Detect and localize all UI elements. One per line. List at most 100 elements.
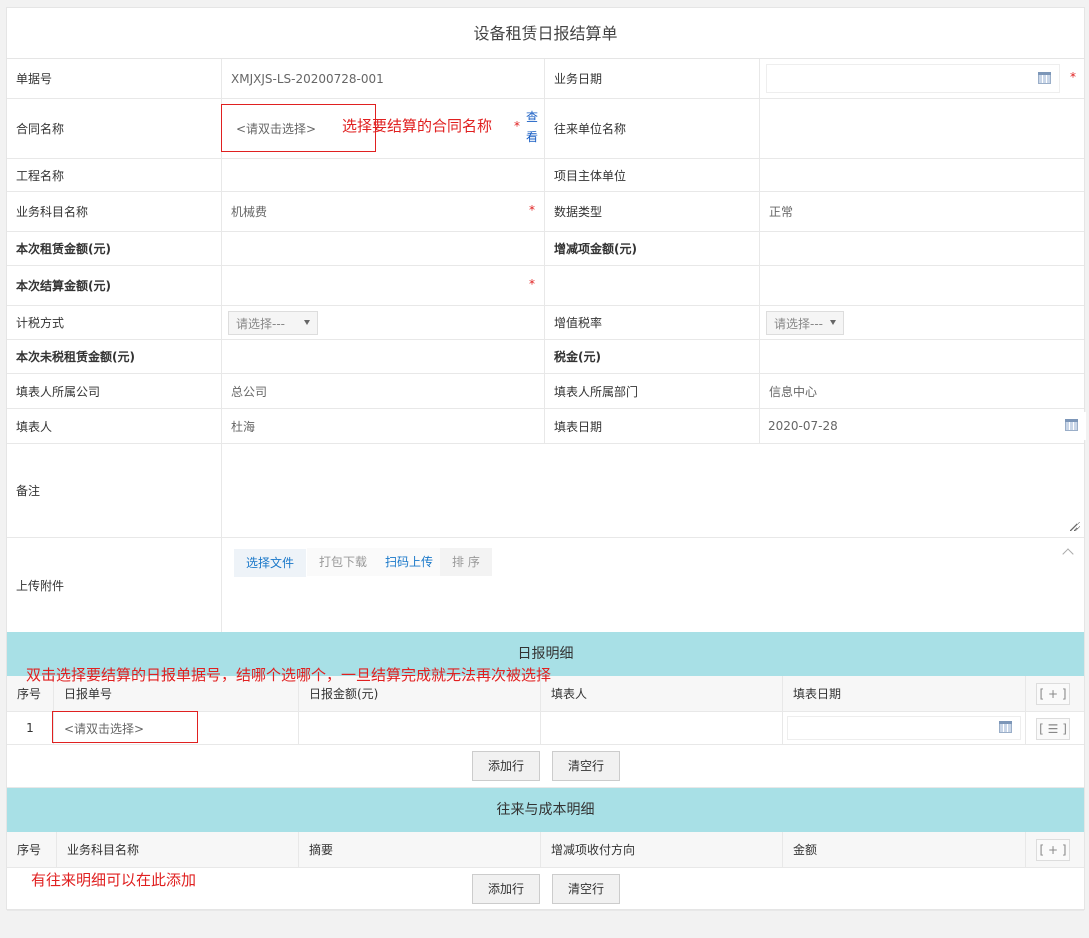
- dept-label-cell: 填表人所属部门: [545, 374, 760, 408]
- daily-no-highlight-box: [52, 711, 198, 743]
- tax-label-cell: 税金(元): [545, 340, 760, 373]
- dropdown-arrow-icon[interactable]: [830, 320, 836, 325]
- attach-label-cell: 上传附件: [7, 538, 222, 632]
- row-tax-method: 计税方式 请选择--- 增值税率 请选择---: [7, 306, 1084, 340]
- subject-label-cell: 业务科目名称: [7, 192, 222, 231]
- rent-amount-label: 本次租赁金额(元): [16, 242, 111, 256]
- fill-date-cell: [783, 712, 1026, 744]
- company-label-cell: 填表人所属公司: [7, 374, 222, 408]
- subject-cell[interactable]: 机械费 *: [222, 192, 545, 231]
- required-mark: *: [529, 203, 535, 217]
- sort-button[interactable]: 排 序: [440, 548, 492, 576]
- daily-amount-cell: [299, 712, 541, 744]
- settle-amount-label-cell: 本次结算金额(元): [7, 266, 222, 305]
- dept-value: 信息中心: [769, 384, 818, 399]
- vat-rate-select[interactable]: 请选择---: [766, 311, 844, 335]
- remark-label: 备注: [16, 484, 41, 498]
- daily-annotation: 双击选择要结算的日报单据号，结哪个选哪个，一旦结算完成就无法再次被选择: [26, 666, 552, 684]
- biz-date-label: 业务日期: [554, 72, 603, 86]
- filler-value: 杜海: [231, 419, 256, 434]
- row-bill-no: 单据号 XMJXJS-LS-20200728-001 业务日期 *: [7, 59, 1084, 99]
- resize-grip-icon[interactable]: [1071, 522, 1080, 531]
- main-form: 单据号 XMJXJS-LS-20200728-001 业务日期 * 合同名称 <…: [7, 59, 1086, 632]
- cost-table-header: 序号 业务科目名称 摘要 增减项收付方向 金额 [ + ]: [7, 832, 1084, 868]
- company-value: 总公司: [231, 384, 268, 399]
- required-mark: *: [1070, 70, 1076, 84]
- vat-rate-label-cell: 增值税率: [545, 306, 760, 339]
- view-char-1[interactable]: 查: [526, 110, 538, 124]
- subject-value[interactable]: 机械费: [231, 203, 267, 220]
- cost-section-title: 往来与成本明细: [496, 802, 595, 818]
- filler-label: 填表人: [16, 419, 53, 434]
- cost-annotation: 有往来明细可以在此添加: [31, 871, 197, 889]
- clear-rows-button[interactable]: 清空行: [552, 874, 620, 904]
- view-char-2[interactable]: 看: [526, 130, 538, 144]
- row-date-input[interactable]: [787, 716, 1021, 740]
- settle-empty-cell: [545, 266, 760, 305]
- adjust-amount-label: 增减项金额(元): [554, 242, 637, 256]
- clear-rows-button[interactable]: 清空行: [552, 751, 620, 781]
- bill-no-value-cell: XMJXJS-LS-20200728-001: [222, 59, 545, 98]
- remark-textarea[interactable]: [230, 449, 1078, 532]
- add-row-button[interactable]: 添加行: [472, 874, 540, 904]
- view-contract-link[interactable]: 查看: [526, 107, 538, 147]
- settlement-form: 设备租赁日报结算单 单据号 XMJXJS-LS-20200728-001 业务日…: [6, 7, 1086, 911]
- adjust-amount-value-cell: [760, 232, 1086, 265]
- row-subject: 业务科目名称 机械费 * 数据类型 正常: [7, 192, 1084, 232]
- tax-method-cell: 请选择---: [222, 306, 545, 339]
- settle-empty-cell-2: [760, 266, 1086, 305]
- scan-upload-button[interactable]: 扫码上传: [373, 548, 446, 576]
- settle-amount-cell[interactable]: *: [222, 266, 545, 305]
- project-value-cell: [222, 159, 545, 191]
- subject-label: 业务科目名称: [16, 205, 89, 219]
- biz-date-input[interactable]: [766, 64, 1060, 93]
- pack-download-button[interactable]: 打包下载: [307, 548, 380, 576]
- vat-rate-value[interactable]: 请选择---: [774, 315, 823, 332]
- add-row-button[interactable]: 添加行: [472, 751, 540, 781]
- partner-label: 往来单位名称: [554, 122, 627, 136]
- fill-date-input[interactable]: 2020-07-28: [760, 412, 1086, 440]
- dropdown-arrow-icon[interactable]: [304, 320, 310, 325]
- tax-method-label-cell: 计税方式: [7, 306, 222, 339]
- row-attachments: 上传附件 选择文件 打包下载 扫码上传 排 序: [7, 538, 1084, 632]
- row-untaxed: 本次未税租赁金额(元) 税金(元): [7, 340, 1084, 374]
- vat-rate-cell: 请选择---: [760, 306, 1086, 339]
- fill-date-value[interactable]: 2020-07-28: [768, 419, 838, 433]
- attach-cell: 选择文件 打包下载 扫码上传 排 序: [222, 538, 1086, 632]
- remark-cell: [222, 444, 1086, 537]
- data-type-label: 数据类型: [554, 205, 603, 219]
- contract-label: 合同名称: [16, 122, 65, 136]
- col-amount: 金额: [783, 832, 1026, 867]
- col-direction: 增减项收付方向: [541, 832, 783, 867]
- select-file-button[interactable]: 选择文件: [234, 549, 307, 577]
- row-project: 工程名称 项目主体单位: [7, 159, 1084, 192]
- add-column-button[interactable]: [ + ]: [1036, 683, 1070, 705]
- required-mark: *: [514, 119, 520, 133]
- row-menu-button[interactable]: [ ☰ ]: [1036, 718, 1070, 740]
- dept-cell: 信息中心: [760, 374, 1086, 408]
- tax-method-select[interactable]: 请选择---: [228, 311, 318, 335]
- calendar-icon[interactable]: [1065, 419, 1078, 431]
- calendar-icon[interactable]: [999, 721, 1012, 733]
- bill-no-label-cell: 单据号: [7, 59, 222, 98]
- company-cell: 总公司: [222, 374, 545, 408]
- row-remark: 备注: [7, 444, 1084, 538]
- biz-date-label-cell: 业务日期: [545, 59, 760, 98]
- biz-date-cell: *: [760, 59, 1086, 98]
- filler-label-cell: 填表人: [7, 409, 222, 443]
- tax-method-value[interactable]: 请选择---: [236, 315, 285, 332]
- col-summary: 摘要: [299, 832, 541, 867]
- cost-section-header: 往来与成本明细: [7, 788, 1084, 832]
- company-label: 填表人所属公司: [16, 384, 101, 399]
- project-label-cell: 工程名称: [7, 159, 222, 191]
- tax-method-label: 计税方式: [16, 316, 65, 330]
- data-type-cell: 正常: [760, 192, 1086, 231]
- row-index: 1: [7, 712, 54, 744]
- add-column-button[interactable]: [ + ]: [1036, 839, 1070, 861]
- daily-actions: 添加行 清空行: [7, 745, 1084, 788]
- collapse-chevron-icon[interactable]: [1062, 548, 1074, 560]
- bill-no-value: XMJXJS-LS-20200728-001: [231, 71, 384, 86]
- calendar-icon[interactable]: [1038, 71, 1051, 84]
- required-mark: *: [529, 277, 535, 291]
- dept-label: 填表人所属部门: [554, 384, 639, 399]
